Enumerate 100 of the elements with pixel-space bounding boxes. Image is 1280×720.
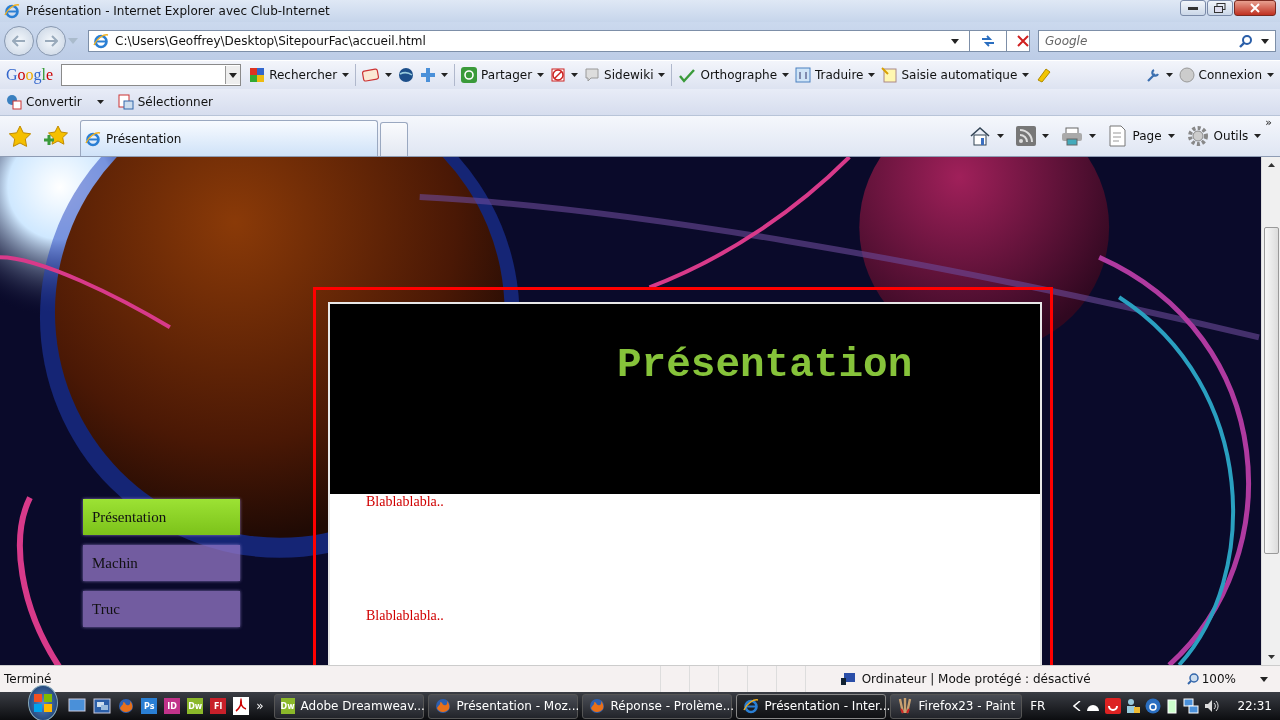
blocked-icon	[550, 67, 567, 83]
language-indicator[interactable]: FR	[1030, 699, 1046, 713]
caret-icon	[996, 134, 1004, 138]
caret-icon	[385, 73, 393, 77]
caret-icon[interactable]	[951, 38, 959, 44]
minimize-icon	[1188, 6, 1198, 10]
app-tile-icon[interactable]: Ps	[141, 698, 158, 714]
scroll-up-icon[interactable]	[1267, 163, 1275, 167]
caret-icon	[441, 73, 449, 77]
search-box[interactable]: Google	[1038, 30, 1276, 52]
globe-icon	[398, 67, 415, 83]
document-icon	[1107, 125, 1128, 147]
zone-text: Ordinateur | Mode protégé : désactivé	[861, 672, 1091, 686]
toolbar-button[interactable]: Partager	[461, 64, 545, 86]
select-document-icon	[117, 94, 134, 110]
status-text: Terminé	[4, 672, 52, 686]
person-icon[interactable]	[1126, 698, 1141, 714]
toolbar-button[interactable]: Traduire	[795, 64, 876, 86]
command-icon-button[interactable]	[968, 125, 1004, 147]
toolbar-button[interactable]: Saisie automatique	[881, 64, 1030, 86]
close-icon	[1250, 3, 1260, 13]
toolbar-button[interactable]: Convertir	[6, 91, 104, 113]
command-button[interactable]: Outils	[1186, 125, 1262, 147]
windows-stack-icon[interactable]	[93, 698, 112, 714]
clock: 22:31	[1237, 699, 1272, 713]
toolbar-button[interactable]: Rechercher	[249, 64, 350, 86]
computer-icon	[839, 672, 856, 686]
caret-icon[interactable]	[229, 72, 238, 78]
taskbar-button[interactable]: Dw Adobe Dreamweav...	[273, 693, 424, 719]
taskbar-button[interactable]: Firefox23 - Paint	[889, 693, 1023, 719]
taskbar-button[interactable]: Présentation - Moz...	[427, 693, 578, 719]
google-logo: Google	[6, 66, 54, 84]
scroll-down-icon[interactable]	[1267, 655, 1275, 659]
body-text: Blablablabla..	[366, 608, 445, 624]
spellcheck-icon	[678, 67, 697, 83]
overflow-chevron[interactable]: »	[256, 699, 264, 713]
star-icon[interactable]	[8, 125, 32, 147]
caret-icon	[571, 73, 579, 77]
toolbar-button[interactable]: Sélectionner	[117, 91, 213, 113]
restore-icon	[1214, 3, 1226, 13]
plus-icon	[420, 67, 437, 83]
network-icon[interactable]	[1183, 698, 1200, 714]
caret-icon[interactable]	[1261, 38, 1269, 44]
fox-globe-icon	[434, 698, 451, 714]
zoom-button[interactable]: 100%	[1186, 672, 1236, 686]
command-button[interactable]: Page	[1107, 125, 1175, 147]
stop-icon[interactable]	[1017, 35, 1029, 47]
caret-icon	[1167, 134, 1175, 138]
add-star-icon[interactable]	[44, 125, 68, 147]
caret-icon	[658, 73, 666, 77]
close-button[interactable]	[1234, 0, 1276, 16]
e-logo-icon	[4, 3, 20, 19]
colored-squares-icon	[249, 67, 266, 83]
vertical-scrollbar[interactable]	[1261, 157, 1280, 665]
nav-menu-item[interactable]: Présentation	[83, 499, 240, 535]
highlighter-icon	[1035, 67, 1052, 83]
share-icon	[461, 67, 478, 83]
app-tile-icon: Dw	[280, 698, 295, 714]
fox-globe-icon	[118, 698, 135, 714]
caret-icon	[1165, 73, 1173, 77]
app-tile-icon[interactable]: Fl	[210, 698, 227, 714]
toolbar-button[interactable]: Orthographe	[678, 64, 789, 86]
browser-tab[interactable]: Présentation	[80, 120, 378, 156]
e-logo-icon	[85, 130, 101, 147]
taskbar-button[interactable]: Réponse - Prolème...	[581, 693, 732, 719]
start-button[interactable]	[28, 685, 59, 720]
monitor-icon[interactable]	[68, 698, 87, 714]
app-tile-icon[interactable]: ID	[164, 698, 181, 714]
forward-arrow-icon	[44, 35, 58, 47]
pdf-icon[interactable]	[233, 697, 250, 715]
restore-button[interactable]	[1207, 0, 1233, 16]
windows-logo-icon	[33, 693, 54, 713]
caret-icon	[1022, 73, 1030, 77]
caret-icon	[96, 100, 104, 104]
body-text: Blablablabla..	[366, 494, 445, 510]
minimize-button[interactable]	[1180, 0, 1206, 16]
caret-icon	[1254, 134, 1262, 138]
caret-icon	[1267, 73, 1274, 77]
notepad-icon	[881, 67, 898, 83]
speaker-icon[interactable]	[1204, 699, 1221, 713]
caret-icon[interactable]	[1260, 676, 1268, 682]
caret-icon	[782, 73, 789, 77]
e-logo-icon	[93, 33, 109, 49]
caret-icon	[342, 73, 350, 77]
refresh-arrows-icon[interactable]	[980, 34, 996, 48]
caret-icon	[1041, 134, 1049, 138]
address-field[interactable]: C:\Users\Geoffrey\Desktop\SitepourFac\accueil.html	[88, 30, 1030, 52]
search-field[interactable]: Google	[1043, 33, 1231, 49]
settings-icon	[1186, 125, 1209, 147]
toolbar-button[interactable]: Sidewiki	[584, 64, 666, 86]
globe-document-icon	[6, 94, 22, 110]
printer-icon	[1060, 126, 1083, 146]
caret-icon	[537, 73, 545, 77]
overflow-chevron[interactable]: »	[1265, 116, 1272, 129]
page-heading: Présentation	[617, 342, 913, 388]
paint-brushes-icon	[896, 697, 913, 715]
toolbar-button[interactable]: Connexion	[1178, 64, 1274, 86]
speech-bubble-icon	[584, 67, 601, 83]
command-icon-button[interactable]	[1060, 125, 1096, 147]
search-icon[interactable]	[1239, 34, 1253, 48]
